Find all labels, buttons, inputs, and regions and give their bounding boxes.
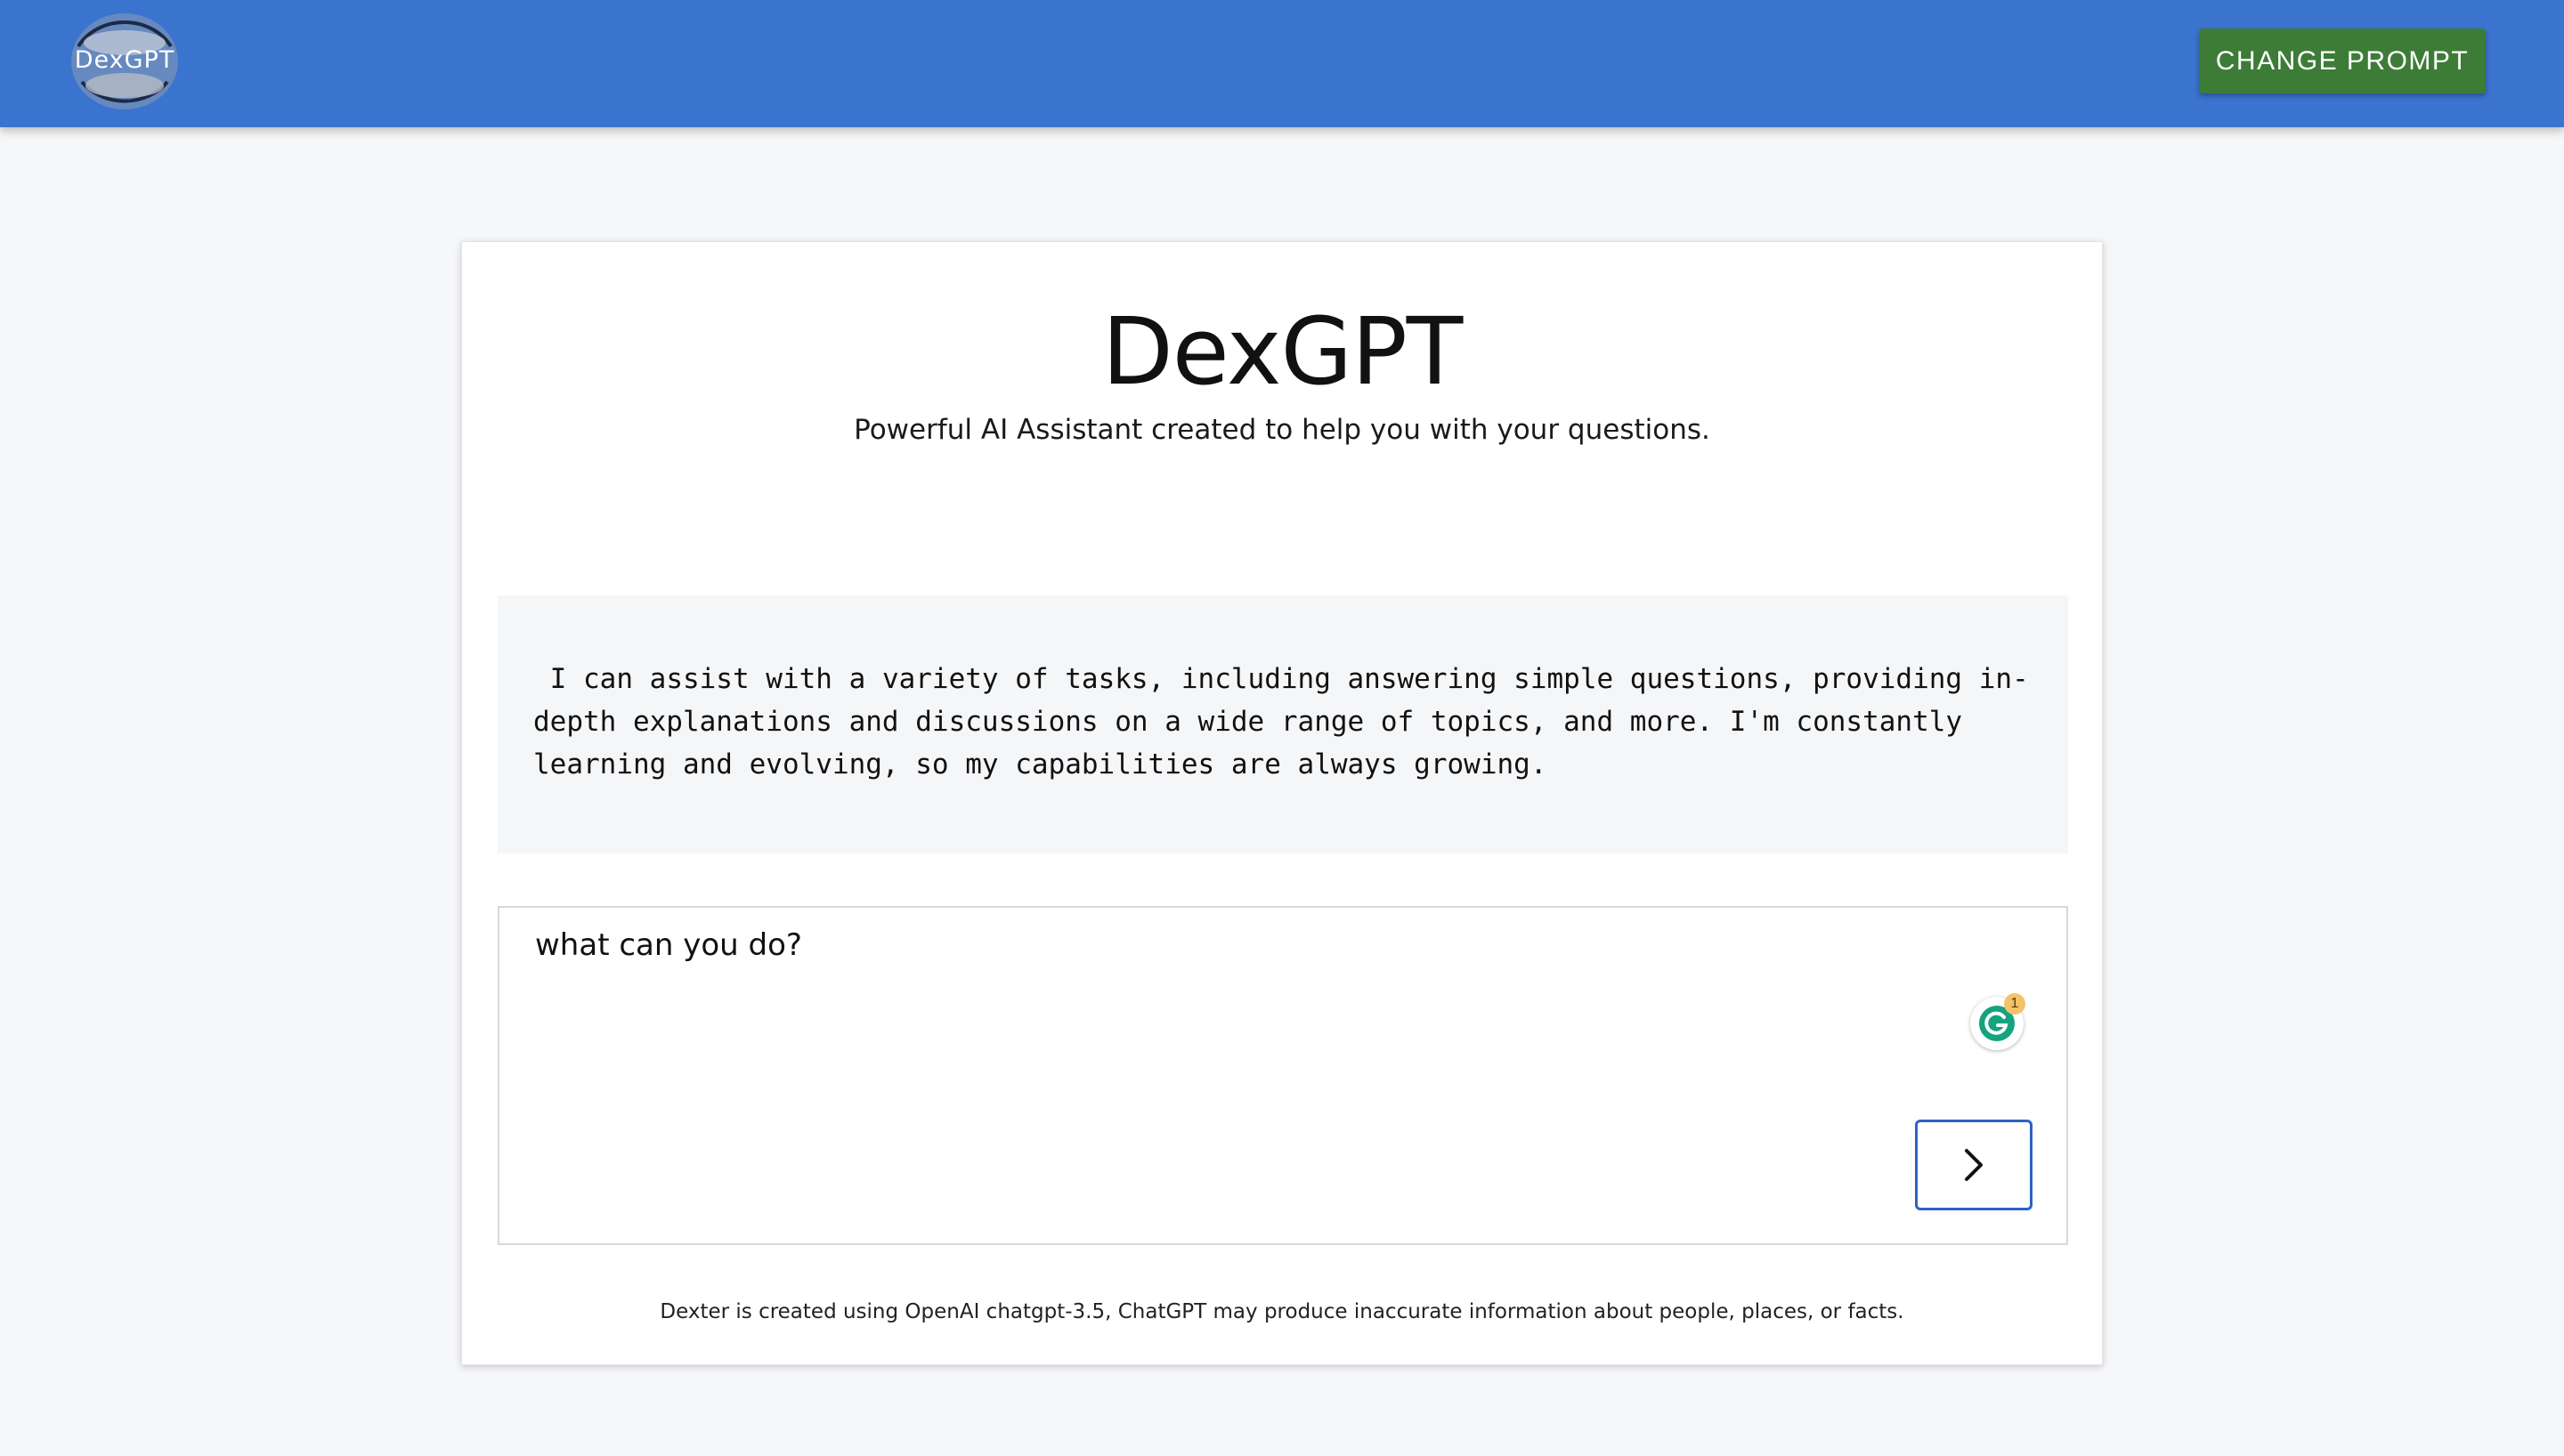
prompt-input[interactable] — [535, 927, 1870, 963]
top-app-bar: DexGPT CHANGE PROMPT — [0, 0, 2564, 127]
grammarly-badge: 1 — [2004, 993, 2025, 1015]
chevron-right-icon — [1965, 1149, 1983, 1181]
page-subtitle: Powerful AI Assistant created to help yo… — [854, 414, 1710, 446]
prompt-input-box[interactable]: 1 — [498, 906, 2068, 1245]
assistant-response: I can assist with a variety of tasks, in… — [498, 595, 2068, 853]
change-prompt-button[interactable]: CHANGE PROMPT — [2199, 28, 2486, 93]
dexgpt-logo-icon[interactable]: DexGPT — [62, 11, 187, 112]
send-button[interactable] — [1915, 1120, 2033, 1210]
grammarly-icon[interactable]: 1 — [1970, 993, 2025, 1050]
chat-card: DexGPT Powerful AI Assistant created to … — [461, 241, 2103, 1365]
logo-text: DexGPT — [74, 46, 175, 74]
disclaimer-text: Dexter is created using OpenAI chatgpt-3… — [660, 1300, 1904, 1323]
page-title: DexGPT — [1101, 297, 1464, 406]
